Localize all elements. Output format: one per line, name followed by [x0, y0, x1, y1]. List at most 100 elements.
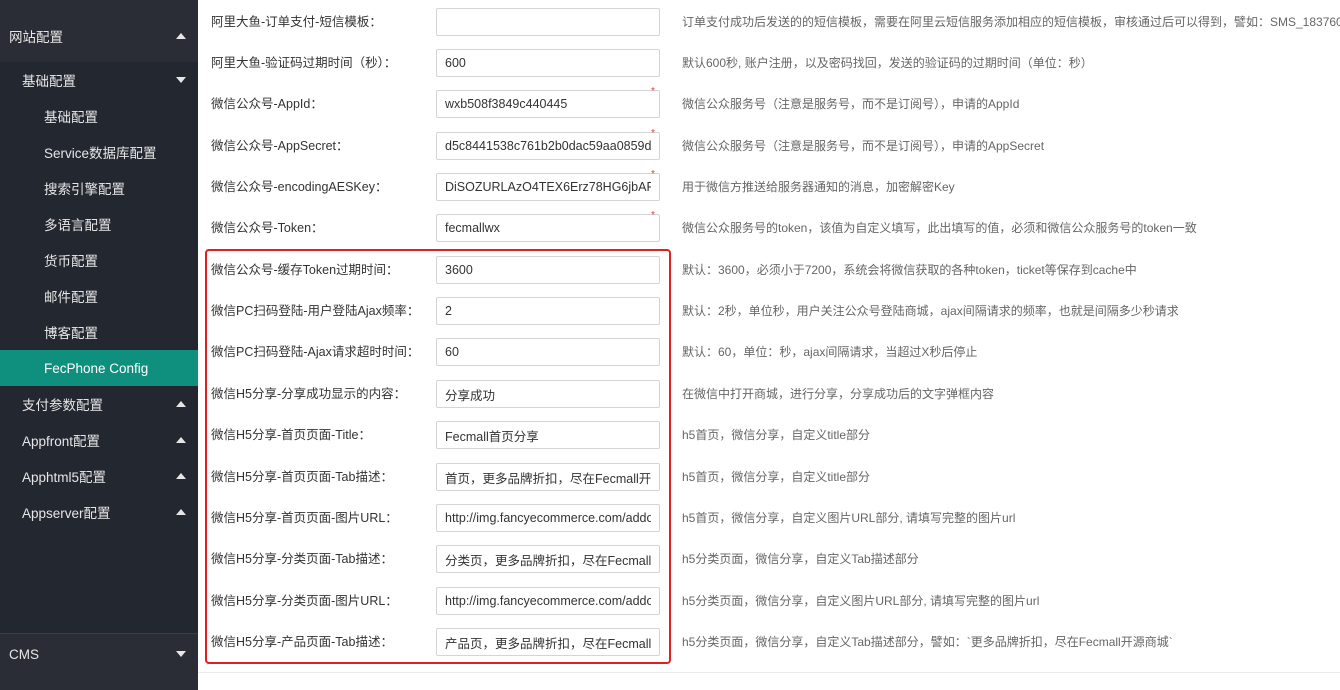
field-label: 微信公众号-Token： [211, 221, 324, 235]
field-help-text: 用于微信方推送给服务器通知的消息，加密解密Key [682, 180, 955, 194]
field-label: 阿里大鱼-验证码过期时间（秒）： [211, 56, 397, 70]
field-help-text: 默认：3600，必须小于7200，系统会将微信获取的各种token，ticket… [682, 263, 1137, 277]
sidebar-section-appfront-config[interactable]: Appfront配置 [0, 422, 198, 458]
form-row: 微信公众号-AppSecret： * 微信公众服务号（注意是服务号，而不是订阅号），… [198, 126, 1340, 167]
chevron-down-icon [176, 651, 186, 657]
field-label: 微信H5分享-分类页面-Tab描述： [211, 552, 393, 566]
chevron-down-icon [176, 77, 186, 83]
field-help-text: h5首页，微信分享，自定义图片URL部分, 请填写完整的图片url [682, 511, 1016, 525]
field-help-text: 订单支付成功后发送的的短信模板，需要在阿里云短信服务添加相应的短信模板，审核通过… [682, 15, 1340, 29]
required-asterisk-icon: * [651, 210, 655, 221]
sidebar-item-currency-config[interactable]: 货币配置 [0, 242, 198, 278]
field-label: 微信PC扫码登陆-用户登陆Ajax频率： [211, 304, 420, 318]
sidebar-item-label: 基础配置 [44, 110, 98, 125]
config-value-input[interactable] [436, 214, 660, 242]
form-row: 微信公众号-缓存Token过期时间： 默认：3600，必须小于7200，系统会将微… [198, 250, 1340, 291]
chevron-up-icon [176, 33, 186, 39]
sidebar-section-basic-config[interactable]: 基础配置 [0, 62, 198, 98]
field-label: 微信公众号-encodingAESKey： [211, 180, 388, 194]
required-asterisk-icon: * [651, 128, 655, 139]
field-label: 微信公众号-缓存Token过期时间： [211, 263, 399, 277]
form-row: 微信PC扫码登陆-用户登陆Ajax频率： 默认：2秒，单位秒，用户关注公众号登陆商… [198, 291, 1340, 332]
sidebar-item-email-config[interactable]: 邮件配置 [0, 278, 198, 314]
config-value-input[interactable] [436, 256, 660, 284]
chevron-up-icon [176, 401, 186, 407]
sidebar-item-language-config[interactable]: 多语言配置 [0, 206, 198, 242]
field-help-text: 微信公众服务号（注意是服务号，而不是订阅号），申请的AppSecret [682, 139, 1045, 153]
field-help-text: 在微信中打开商城，进行分享，分享成功后的文字弹框内容 [682, 387, 995, 401]
config-form: 微信H5分享-产品页面-Tab描述： h5分类页面，微信分享，自定义Tab描述部分… [198, 0, 1340, 690]
chevron-up-icon [176, 437, 186, 443]
config-value-input[interactable] [436, 504, 660, 532]
config-value-input[interactable] [436, 587, 660, 615]
field-help-text: 默认：60，单位：秒，ajax间隔请求，当超过X秒后停止 [682, 345, 978, 359]
config-value-input[interactable] [436, 463, 660, 491]
sidebar-item-search-engine-config[interactable]: 搜索引擎配置 [0, 170, 198, 206]
sidebar-section-appserver-config[interactable]: Appserver配置 [0, 494, 198, 530]
sidebar-item-label: FecPhone Config [44, 360, 149, 376]
sidebar-section-label: 网站配置 [9, 30, 63, 45]
field-label: 微信H5分享-分类页面-图片URL： [211, 594, 398, 608]
config-value-input[interactable] [436, 8, 660, 36]
field-label: 微信公众号-AppSecret： [211, 139, 349, 153]
sidebar-section-apphtml5-config[interactable]: Apphtml5配置 [0, 458, 198, 494]
config-value-input[interactable] [436, 90, 660, 118]
sidebar-section-label: 支付参数配置 [22, 398, 103, 413]
field-help-text: h5分类页面，微信分享，自定义Tab描述部分 [682, 552, 919, 566]
form-row: 微信H5分享-首页页面-Tab描述： h5首页，微信分享，自定义title部分 [198, 457, 1340, 498]
field-label: 微信H5分享-产品页面-Tab描述： [211, 635, 393, 649]
form-row: 微信H5分享-产品页面-Tab描述： h5分类页面，微信分享，自定义Tab描述部分… [198, 622, 1340, 663]
sidebar-section-cms[interactable]: CMS [0, 636, 198, 672]
config-value-input[interactable] [436, 421, 660, 449]
required-asterisk-icon: * [651, 86, 655, 97]
form-row: 阿里大鱼-验证码过期时间（秒）： 默认600秒, 账户注册，以及密码找回，发送的验… [198, 43, 1340, 84]
sidebar-item-blog-config[interactable]: 博客配置 [0, 314, 198, 350]
config-value-input[interactable] [436, 628, 660, 656]
form-row: 微信公众号-Token： * 微信公众服务号的token，该值为自定义填写，此出填写… [198, 208, 1340, 249]
field-label: 微信PC扫码登陆-Ajax请求超时时间： [211, 345, 420, 359]
field-label: 微信公众号-AppId： [211, 97, 323, 111]
sidebar-section-label: CMS [9, 646, 39, 662]
field-help-text: h5分类页面，微信分享，自定义图片URL部分, 请填写完整的图片url [682, 594, 1040, 608]
config-value-input[interactable] [436, 297, 660, 325]
sidebar-item-label: 邮件配置 [44, 290, 98, 305]
config-value-input[interactable] [436, 173, 660, 201]
sidebar-section-label: 基础配置 [22, 74, 76, 89]
form-row: 阿里大鱼-订单支付-短信模板： 订单支付成功后发送的的短信模板，需要在阿里云短信服… [198, 2, 1340, 43]
chevron-up-icon [176, 509, 186, 515]
config-value-input[interactable] [436, 338, 660, 366]
config-value-input[interactable] [436, 380, 660, 408]
config-value-input[interactable] [436, 49, 660, 77]
field-label: 微信H5分享-首页页面-Title： [211, 428, 371, 442]
sidebar-section-label: Appfront配置 [22, 434, 101, 449]
sidebar-section-site-config[interactable]: 网站配置 [0, 18, 198, 54]
form-row: 微信H5分享-分类页面-Tab描述： h5分类页面，微信分享，自定义Tab描述部分 [198, 539, 1340, 580]
sidebar-item-service-db-config[interactable]: Service数据库配置 [0, 134, 198, 170]
sidebar-item-label: 搜索引擎配置 [44, 182, 125, 197]
sidebar-divider [0, 633, 198, 634]
field-label: 微信H5分享-首页页面-图片URL： [211, 511, 398, 525]
field-label: 微信H5分享-首页页面-Tab描述： [211, 470, 393, 484]
sidebar-section-label: Appserver配置 [22, 506, 111, 521]
sidebar-item-fecphone-config[interactable]: FecPhone Config [0, 350, 198, 386]
sidebar-item-basic-config[interactable]: 基础配置 [0, 98, 198, 134]
field-help-text: h5分类页面，微信分享，自定义Tab描述部分，譬如：`更多品牌折扣，尽在Fecm… [682, 635, 1173, 649]
field-help-text: h5首页，微信分享，自定义title部分 [682, 428, 871, 442]
form-row: 微信公众号-encodingAESKey： * 用于微信方推送给服务器通知的消息，加… [198, 167, 1340, 208]
form-row: 微信PC扫码登陆-Ajax请求超时时间： 默认：60，单位：秒，ajax间隔请求，… [198, 332, 1340, 373]
field-label: 微信H5分享-分享成功显示的内容： [211, 387, 407, 401]
sidebar-nav: 网站配置 基础配置 基础配置 Service数据库配置 搜索引擎配置 多语言配置… [0, 0, 198, 690]
sidebar-item-label: Service数据库配置 [44, 146, 157, 161]
required-asterisk-icon: * [651, 169, 655, 180]
sidebar-section-label: Apphtml5配置 [22, 470, 107, 485]
config-value-input[interactable] [436, 132, 660, 160]
config-value-input[interactable] [436, 545, 660, 573]
sidebar-section-payment-config[interactable]: 支付参数配置 [0, 386, 198, 422]
form-row: 微信H5分享-首页页面-Title： h5首页，微信分享，自定义title部分 [198, 415, 1340, 456]
form-row: 微信公众号-AppId： * 微信公众服务号（注意是服务号，而不是订阅号），申请的A… [198, 84, 1340, 125]
form-row: 微信H5分享-分享成功显示的内容： 在微信中打开商城，进行分享，分享成功后的文字弹… [198, 374, 1340, 415]
field-help-text: 微信公众服务号的token，该值为自定义填写，此出填写的值，必须和微信公众服务号… [682, 221, 1197, 235]
form-bottom-divider [198, 672, 1340, 673]
field-help-text: 默认：2秒，单位秒，用户关注公众号登陆商城，ajax间隔请求的频率，也就是间隔多… [682, 304, 1179, 318]
form-row: 微信H5分享-分类页面-图片URL： h5分类页面，微信分享，自定义图片URL部分… [198, 581, 1340, 622]
